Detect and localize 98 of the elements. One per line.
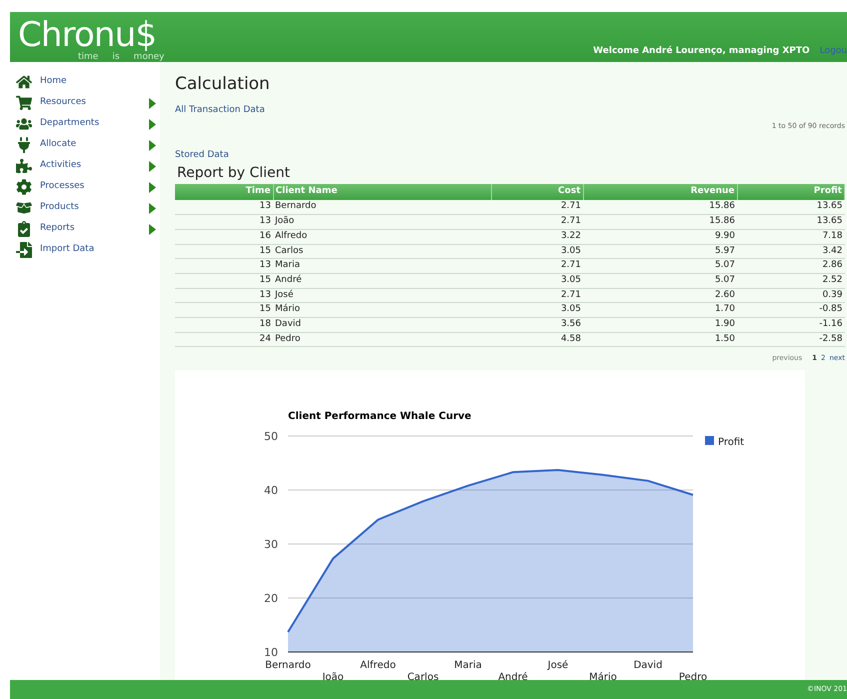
table-cell: 15	[175, 244, 273, 259]
table-cell: 13.65	[737, 200, 844, 215]
sidebar-item[interactable]: Activities	[40, 159, 149, 173]
x-axis-label: Maria	[454, 660, 482, 671]
table-cell: 13	[175, 214, 273, 230]
table-cell: Mário	[273, 302, 491, 318]
table-cell: 9.90	[583, 229, 737, 244]
table-cell: Alfredo	[273, 229, 491, 244]
import-icon	[16, 242, 32, 258]
x-axis-label: David	[634, 660, 662, 671]
table-cell: 3.05	[491, 273, 583, 288]
table-cell: 5.07	[583, 273, 737, 288]
table-cell: 2.71	[491, 200, 583, 215]
table-cell: 13	[175, 258, 273, 274]
table-cell: Maria	[273, 258, 491, 274]
table-cell: 3.05	[491, 244, 583, 259]
y-tick-label: 20	[264, 592, 278, 605]
logo: Chronu$	[18, 17, 156, 53]
x-axis-label: Bernardo	[265, 660, 311, 671]
y-tick-label: 10	[264, 646, 278, 659]
x-axis-label: José	[548, 660, 568, 671]
column-header: Cost	[491, 184, 583, 200]
table-cell: Pedro	[273, 332, 491, 347]
table-cell: 3.05	[491, 302, 583, 318]
table-cell: 18	[175, 318, 273, 332]
y-tick-label: 30	[264, 538, 278, 551]
x-axis-label: Mário	[589, 672, 617, 683]
table-cell: -2.58	[737, 332, 844, 347]
table-cell: 1.90	[583, 318, 737, 332]
clipboard-icon	[16, 221, 32, 237]
table-cell: 13	[175, 200, 273, 215]
table-cell: 4.58	[491, 332, 583, 347]
table-cell: 0.39	[737, 288, 844, 303]
table-cell: 1.70	[583, 302, 737, 318]
table-cell: 5.07	[583, 258, 737, 274]
table-cell: 5.97	[583, 244, 737, 259]
sidebar-item[interactable]: Processes	[40, 180, 149, 194]
column-header: Client Name	[273, 184, 491, 200]
table-cell: 2.71	[491, 214, 583, 230]
people-icon	[16, 116, 32, 132]
table-cell: José	[273, 288, 491, 303]
column-header: Profit	[737, 184, 844, 200]
table-cell: 13	[175, 288, 273, 303]
house-icon	[16, 74, 32, 90]
table-cell: 16	[175, 229, 273, 244]
sidebar-item[interactable]: Home	[40, 75, 156, 89]
table-cell: -0.85	[737, 302, 844, 318]
tagline-word: is	[112, 53, 120, 62]
table-cell: David	[273, 318, 491, 332]
x-axis-label: Alfredo	[360, 660, 396, 671]
table-cell: 2.71	[491, 288, 583, 303]
table-cell: 2.86	[737, 258, 844, 274]
table-cell: 1.50	[583, 332, 737, 347]
page-title: Calculation	[175, 73, 271, 96]
table-cell: -1.16	[737, 318, 844, 332]
sidebar-item[interactable]: Resources	[40, 96, 149, 110]
table-cell: 15	[175, 302, 273, 318]
table-cell: Carlos	[273, 244, 491, 259]
chart-title: Client Performance Whale Curve	[288, 410, 472, 422]
table-cell: 15.86	[583, 214, 737, 230]
sidebar-item[interactable]: Departments	[40, 117, 149, 131]
sidebar-item[interactable]: Reports	[40, 222, 149, 236]
table-cell: 15	[175, 273, 273, 288]
box-icon	[16, 200, 32, 216]
gear-icon	[16, 179, 32, 195]
x-axis-label: Pedro	[678, 672, 708, 683]
table-cell: 7.18	[737, 229, 844, 244]
sidebar-item[interactable]: Allocate	[40, 138, 149, 152]
table-cell: 15.86	[583, 200, 737, 215]
sidebar-item[interactable]: Products	[40, 201, 149, 215]
table-cell: 3.42	[737, 244, 844, 259]
y-tick-label: 40	[264, 484, 278, 497]
table-cell: 2.71	[491, 258, 583, 274]
y-tick-label: 50	[264, 430, 278, 443]
table-cell: 3.56	[491, 318, 583, 332]
stored-data-link[interactable]: Stored Data	[175, 148, 847, 162]
report-title: Report by Client	[177, 164, 292, 183]
table-cell: 3.22	[491, 229, 583, 244]
table-cell: 2.60	[583, 288, 737, 303]
table-cell: 13.65	[737, 214, 844, 230]
x-axis-label: André	[498, 672, 528, 683]
x-axis-label: Carlos	[407, 672, 439, 683]
table-cell: 24	[175, 332, 273, 347]
column-header: Time	[175, 184, 273, 200]
transaction-data-link[interactable]: All Transaction Data	[175, 104, 847, 117]
cart-icon	[16, 95, 32, 111]
welcome-text: Welcome André Lourenço, managing XPTO	[593, 44, 810, 58]
table-cell: João	[273, 214, 491, 230]
table-cell: Bernardo	[273, 200, 491, 215]
legend-label: Profit	[718, 436, 744, 448]
table-cell: 2.52	[737, 273, 844, 288]
sidebar-item[interactable]: Import Data	[40, 243, 156, 257]
table-cell: André	[273, 273, 491, 288]
puzzle-icon	[16, 158, 32, 174]
column-header: Revenue	[583, 184, 737, 200]
tagline-word: money	[134, 53, 164, 62]
tagline-word: time	[78, 53, 98, 62]
plug-icon	[16, 137, 32, 153]
